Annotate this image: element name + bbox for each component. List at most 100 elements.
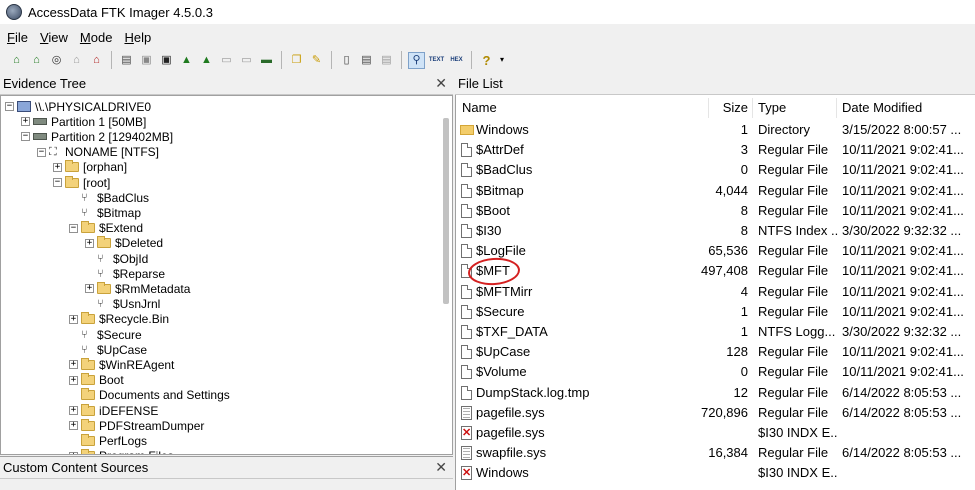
tree-node[interactable]: ⑂ $UpCase bbox=[69, 342, 147, 357]
image-mounting-icon[interactable]: ◎ bbox=[48, 52, 65, 69]
tree-node[interactable]: ⑂ $Secure bbox=[69, 327, 142, 342]
tree-node[interactable]: − [root] bbox=[53, 175, 110, 190]
file-list-row[interactable]: $TXF_DATA 1 NTFS Logg... 3/30/2022 9:32:32 … bbox=[456, 322, 975, 342]
column-divider[interactable] bbox=[836, 98, 837, 118]
export-disk-image-icon[interactable]: ▣ bbox=[138, 52, 155, 69]
file-list-row[interactable]: $MFTMirr 4 Regular File 10/11/2021 9:02:41.… bbox=[456, 282, 975, 302]
collapse-icon[interactable]: − bbox=[5, 102, 14, 111]
tree-node[interactable]: − $Extend bbox=[69, 221, 143, 236]
file-list-row[interactable]: $Boot 8 Regular File 10/11/2021 9:02:41... bbox=[456, 201, 975, 221]
file-list-row[interactable]: ✕ Windows $I30 INDX E... bbox=[456, 463, 975, 483]
tree-node[interactable]: PerfLogs bbox=[69, 433, 147, 448]
tree-node[interactable]: + Program Files bbox=[69, 449, 174, 454]
expand-icon[interactable]: + bbox=[69, 451, 78, 454]
tree-node[interactable]: − Partition 2 [129402MB] bbox=[21, 129, 173, 144]
add-evidence-item-icon[interactable]: ⌂ bbox=[8, 52, 25, 69]
file-list-row[interactable]: pagefile.sys 720,896 Regular File 6/14/2022… bbox=[456, 403, 975, 423]
export-logical-image-icon[interactable]: ▣ bbox=[158, 52, 175, 69]
export-file-hash-list-icon[interactable]: ▤ bbox=[358, 52, 375, 69]
expand-icon[interactable]: + bbox=[69, 406, 78, 415]
collapse-icon[interactable]: − bbox=[21, 132, 30, 142]
chevron-down-icon[interactable]: ▾ bbox=[498, 52, 506, 69]
tree-node[interactable]: + iDEFENSE bbox=[69, 403, 158, 418]
auto-view-icon[interactable]: ⚲ bbox=[408, 51, 425, 69]
export-files-icon[interactable]: ▯ bbox=[338, 52, 355, 69]
help-icon[interactable]: ? bbox=[478, 52, 495, 69]
file-list-row[interactable]: $BadClus 0 Regular File 10/11/2021 9:02:41.… bbox=[456, 160, 975, 180]
file-list-row[interactable]: $I30 8 NTFS Index ... 3/30/2022 9:32:32 ... bbox=[456, 221, 975, 241]
verify-drive-icon[interactable]: ▭ bbox=[238, 52, 255, 69]
create-custom-content-image-icon[interactable]: ▲ bbox=[198, 52, 215, 69]
toolbar-separator bbox=[281, 51, 282, 69]
column-header-name[interactable]: Name bbox=[462, 100, 497, 115]
file-list-row[interactable]: swapfile.sys 16,384 Regular File 6/14/2022 … bbox=[456, 443, 975, 463]
remove-evidence-item-icon[interactable]: ⌂ bbox=[68, 52, 85, 69]
tree-node[interactable]: ⑂ $Bitmap bbox=[69, 205, 141, 220]
detect-efs-icon[interactable]: ✎ bbox=[308, 52, 325, 69]
create-disk-image-icon[interactable]: ▤ bbox=[118, 52, 135, 69]
expand-icon[interactable]: + bbox=[85, 238, 94, 248]
tree-node[interactable]: + PDFStreamDumper bbox=[69, 418, 204, 433]
file-list-row[interactable]: $UpCase 128 Regular File 10/11/2021 9:02:41… bbox=[456, 342, 975, 362]
file-list-column-headers: Name Size Type Date Modified bbox=[456, 95, 975, 120]
capture-memory-icon[interactable]: ▬ bbox=[258, 52, 275, 69]
tree-node[interactable]: − ⛶ NONAME [NTFS] bbox=[37, 145, 159, 160]
menu-file[interactable]: File bbox=[2, 30, 33, 45]
tree-node[interactable]: ⑂ $ObjId bbox=[85, 251, 148, 266]
file-list-row[interactable]: $Volume 0 Regular File 10/11/2021 9:02:41..… bbox=[456, 362, 975, 382]
expand-icon[interactable]: + bbox=[69, 375, 78, 385]
column-header-size[interactable]: Size bbox=[723, 100, 748, 115]
tree-node[interactable]: ⑂ $Reparse bbox=[85, 266, 165, 281]
expand-icon[interactable]: + bbox=[69, 421, 78, 431]
expand-icon[interactable]: + bbox=[53, 162, 62, 172]
close-icon[interactable]: ✕ bbox=[435, 459, 447, 476]
collapse-icon[interactable]: − bbox=[69, 223, 78, 233]
tree-node[interactable]: ⑂ $BadClus bbox=[69, 190, 149, 205]
file-list-row[interactable]: $AttrDef 3 Regular File 10/11/2021 9:02:41.… bbox=[456, 140, 975, 160]
file-type: NTFS Logg... bbox=[758, 324, 836, 339]
collapse-icon[interactable]: − bbox=[37, 147, 46, 157]
file-list-row[interactable]: ✕ pagefile.sys $I30 INDX E... bbox=[456, 423, 975, 443]
add-to-custom-content-icon[interactable]: ▲ bbox=[178, 52, 195, 69]
file-list-row[interactable]: $Secure 1 Regular File 10/11/2021 9:02:41..… bbox=[456, 302, 975, 322]
column-divider[interactable] bbox=[708, 98, 709, 118]
collapse-icon[interactable]: − bbox=[53, 178, 62, 187]
tree-node[interactable]: + $RmMetadata bbox=[85, 281, 190, 296]
tree-node[interactable]: + Partition 1 [50MB] bbox=[21, 114, 146, 129]
hex-view-icon[interactable]: HEX bbox=[448, 52, 465, 69]
file-list-row[interactable]: $MFT 497,408 Regular File 10/11/2021 9:02:4… bbox=[456, 261, 975, 281]
menu-help[interactable]: Help bbox=[119, 30, 156, 45]
file-type: $I30 INDX E... bbox=[758, 465, 838, 481]
file-list-row[interactable]: Windows 1 Directory 3/15/2022 8:00:57 ... bbox=[456, 120, 975, 140]
file-list-row[interactable]: $Bitmap 4,044 Regular File 10/11/2021 9:02:… bbox=[456, 181, 975, 201]
expand-icon[interactable]: + bbox=[69, 314, 78, 324]
tree-node[interactable]: + $Deleted bbox=[85, 236, 163, 251]
add-all-attached-devices-icon[interactable]: ⌂ bbox=[28, 52, 45, 69]
file-list-row[interactable]: DumpStack.log.tmp 12 Regular File 6/14/2022… bbox=[456, 383, 975, 403]
tree-node[interactable]: ⑂ $UsnJrnl bbox=[85, 297, 160, 312]
tree-node[interactable]: + [orphan] bbox=[53, 160, 127, 175]
column-divider[interactable] bbox=[752, 98, 753, 118]
tree-node[interactable]: + $Recycle.Bin bbox=[69, 312, 169, 327]
tree-node[interactable]: + $WinREAgent bbox=[69, 357, 174, 372]
menu-mode[interactable]: Mode bbox=[75, 30, 118, 45]
expand-icon[interactable]: + bbox=[85, 284, 94, 294]
decrypt-ad1-icon[interactable]: ▭ bbox=[218, 52, 235, 69]
evidence-tree-scrollbar[interactable] bbox=[443, 118, 449, 304]
tree-node[interactable]: − \\.\PHYSICALDRIVE0 bbox=[5, 99, 151, 114]
tree-node[interactable]: Documents and Settings bbox=[69, 388, 230, 403]
file-list-row[interactable]: $LogFile 65,536 Regular File 10/11/2021 9:0… bbox=[456, 241, 975, 261]
remove-all-evidence-icon[interactable]: ⌂ bbox=[88, 52, 105, 69]
tree-node[interactable]: + Boot bbox=[69, 373, 124, 388]
column-header-date-modified[interactable]: Date Modified bbox=[842, 100, 922, 115]
text-view-icon[interactable]: TEXT bbox=[428, 52, 445, 69]
column-header-type[interactable]: Type bbox=[758, 100, 786, 115]
menu-view[interactable]: View bbox=[35, 30, 73, 45]
expand-icon[interactable]: + bbox=[21, 117, 30, 127]
export-directory-listing-icon[interactable]: ▤ bbox=[378, 52, 395, 69]
expand-icon[interactable]: + bbox=[69, 360, 78, 370]
tree-node-label: [orphan] bbox=[83, 160, 128, 175]
close-icon[interactable]: ✕ bbox=[435, 75, 447, 92]
obtain-protected-files-icon[interactable]: ❐ bbox=[288, 52, 305, 69]
